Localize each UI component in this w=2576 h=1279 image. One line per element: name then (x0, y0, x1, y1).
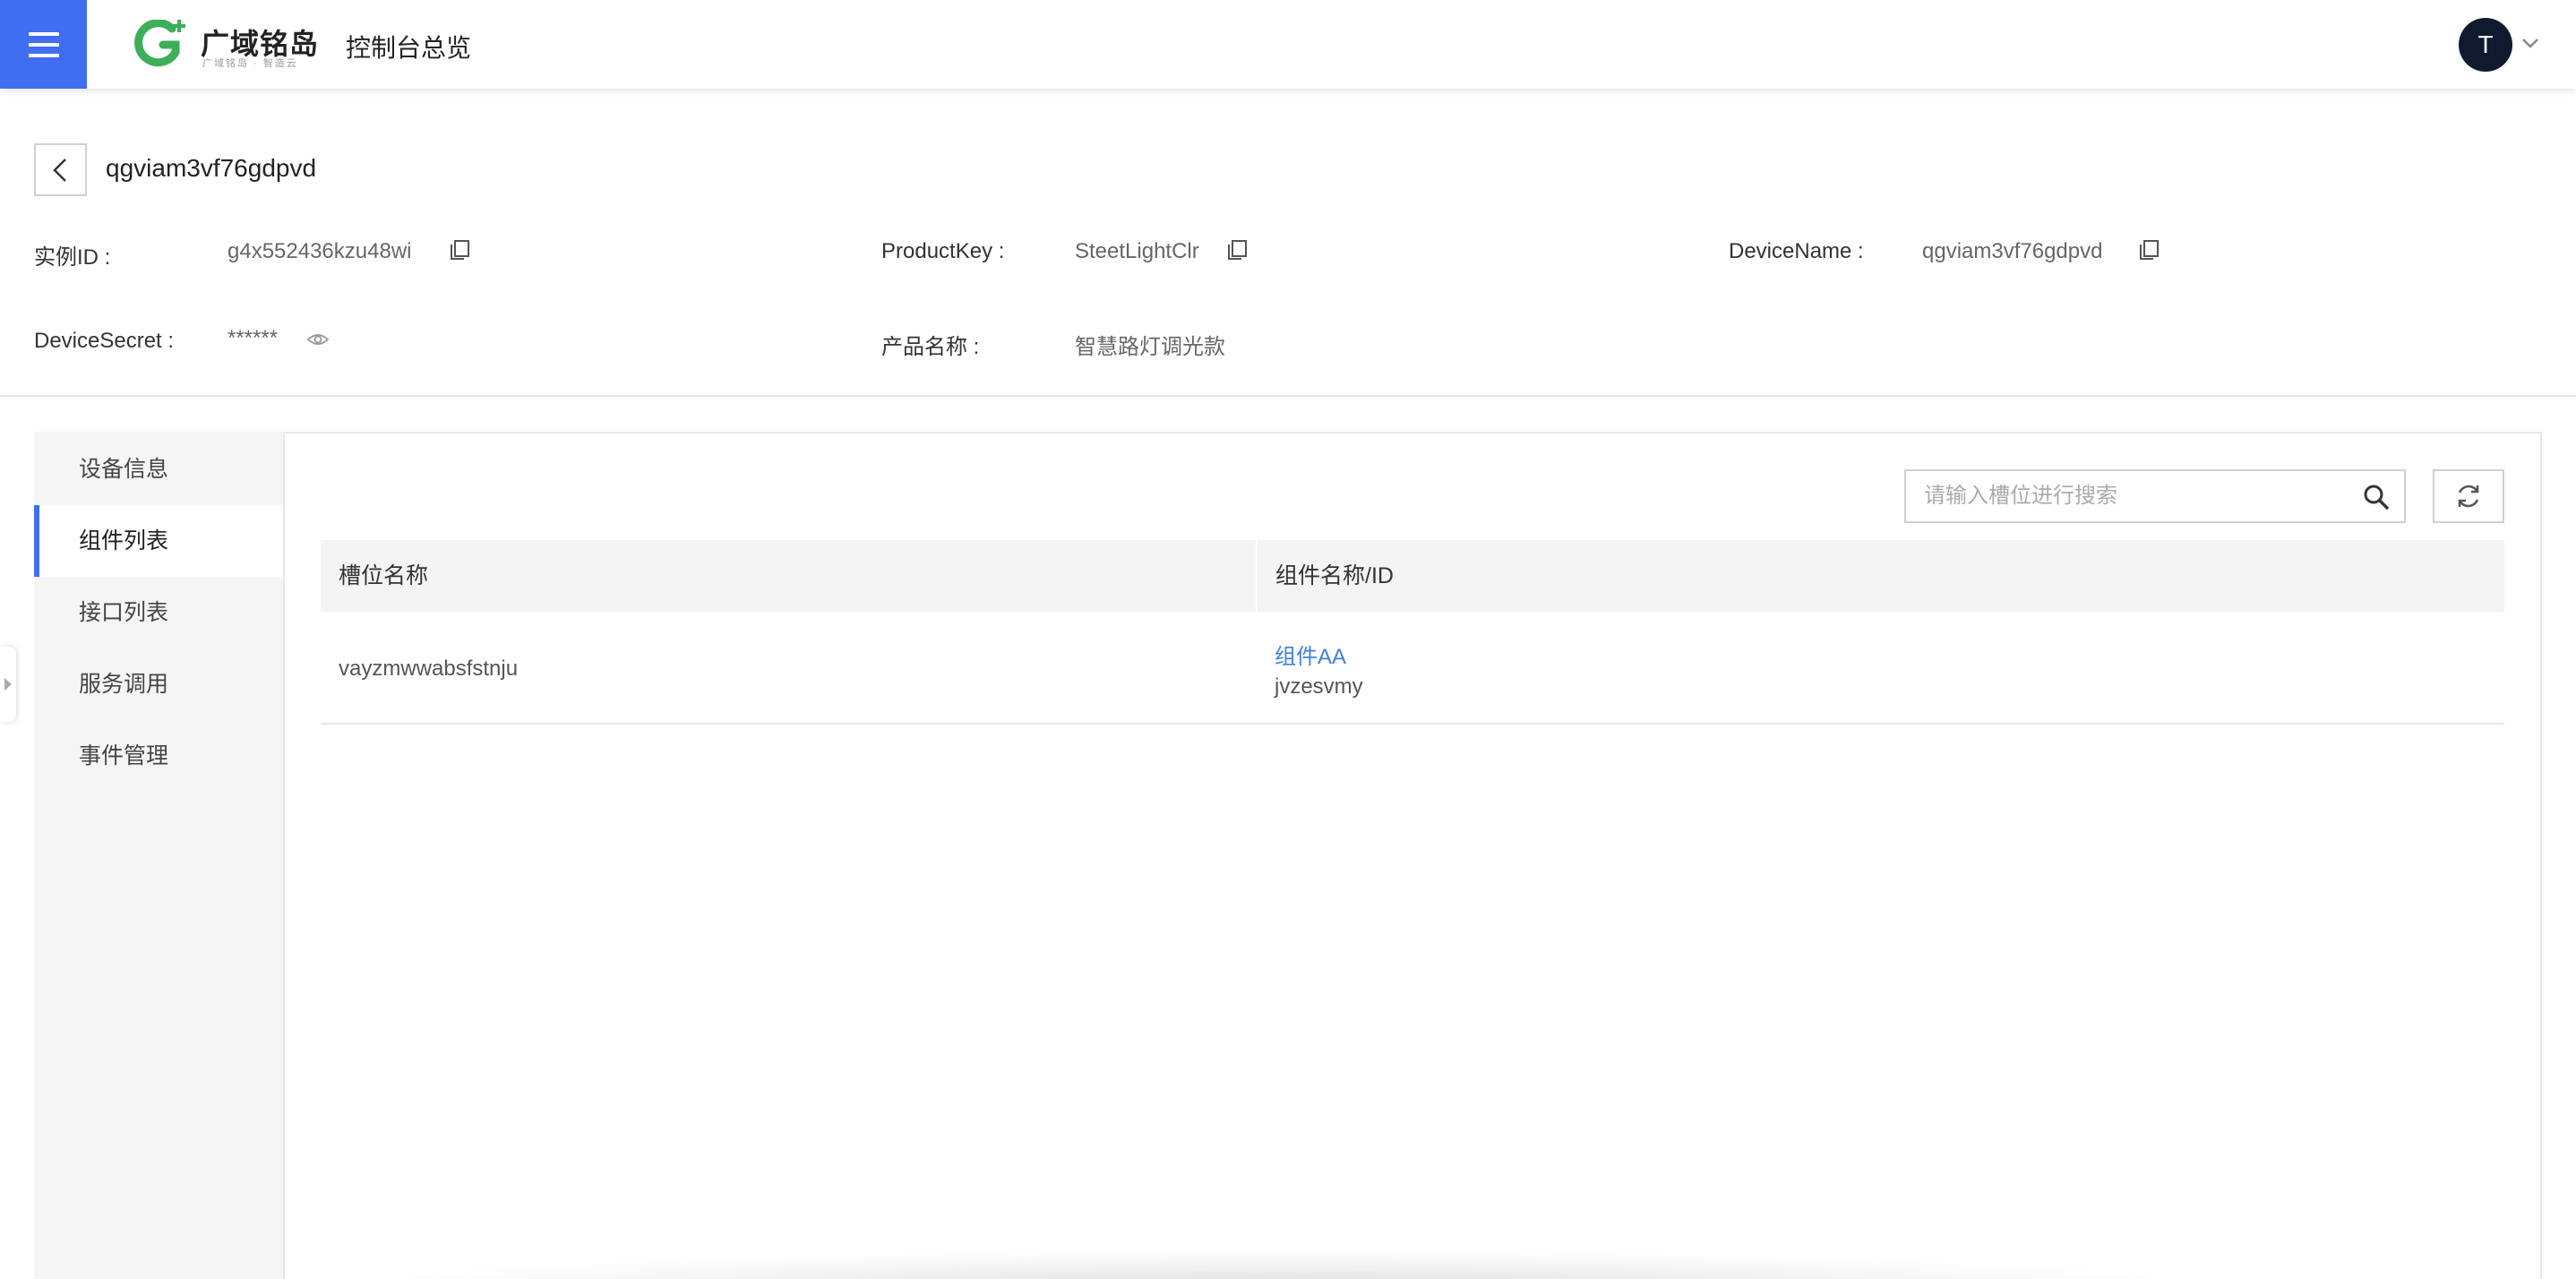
sidenav-item-component-list[interactable]: 组件列表 (34, 505, 283, 577)
sidebar-expand-handle[interactable] (0, 647, 16, 722)
device-name-value: qgviam3vf76gdpvd (1922, 239, 2103, 263)
sidenav-item-event-management[interactable]: 事件管理 (34, 720, 283, 792)
refresh-button[interactable] (2433, 469, 2504, 523)
caret-right-icon (4, 678, 12, 691)
table-row: vayzmwwabsfstnju 组件AA jvzesvmy (321, 612, 2504, 725)
instance-id-label: 实例ID : (34, 245, 111, 270)
component-name-link[interactable]: 组件AA (1275, 639, 1346, 670)
bottom-shadow (358, 1250, 2203, 1279)
table-header: 槽位名称 组件名称/ID (321, 540, 2504, 612)
sidenav-item-service-call[interactable]: 服务调用 (34, 648, 283, 720)
copy-icon[interactable] (448, 238, 471, 262)
product-name-label: 产品名称 : (881, 335, 980, 359)
logo-slogan: 广域铭岛 · 智造云 (202, 58, 298, 69)
instance-id-value: g4x552436kzu48wi (228, 239, 412, 263)
logo[interactable]: 广域铭岛 广域铭岛 · 智造云 (133, 20, 321, 70)
copy-icon[interactable] (1225, 238, 1249, 262)
menu-button[interactable] (0, 0, 87, 89)
sidenav-item-device-info[interactable]: 设备信息 (34, 433, 283, 505)
search-icon[interactable] (2363, 484, 2390, 511)
back-button[interactable] (34, 143, 87, 196)
divider (0, 395, 2576, 397)
chevron-down-icon[interactable] (2520, 36, 2540, 50)
sidenav-item-interface-list[interactable]: 接口列表 (34, 577, 283, 648)
eye-icon[interactable] (306, 328, 330, 351)
column-header-component-name-id: 组件名称/ID (1275, 563, 1394, 588)
top-bar: 广域铭岛 广域铭岛 · 智造云 控制台总览 T (0, 0, 2576, 89)
search-input[interactable] (1906, 471, 2354, 521)
column-header-slot-name: 槽位名称 (339, 563, 429, 588)
logo-mark-icon (134, 20, 185, 67)
component-id-cell: jvzesvmy (1275, 674, 1363, 699)
hamburger-menu-icon (28, 31, 59, 57)
device-secret-value: ****** (228, 326, 279, 350)
chevron-left-icon (52, 158, 66, 182)
search-box (1904, 469, 2406, 523)
device-title: qgviam3vf76gdpvd (106, 154, 317, 182)
product-name-value: 智慧路灯调光款 (1075, 335, 1225, 359)
refresh-icon (2458, 485, 2479, 508)
slot-name-cell: vayzmwwabsfstnju (339, 657, 519, 681)
console-title[interactable]: 控制台总览 (346, 29, 471, 64)
device-name-label: DeviceName : (1729, 239, 1864, 263)
avatar[interactable]: T (2459, 18, 2512, 72)
product-key-label: ProductKey : (881, 239, 1005, 263)
copy-icon[interactable] (2137, 238, 2160, 262)
product-key-value: SteetLightClr (1075, 239, 1199, 263)
device-secret-label: DeviceSecret : (34, 329, 175, 353)
sidenav: 设备信息 组件列表 接口列表 服务调用 事件管理 (34, 432, 285, 1279)
